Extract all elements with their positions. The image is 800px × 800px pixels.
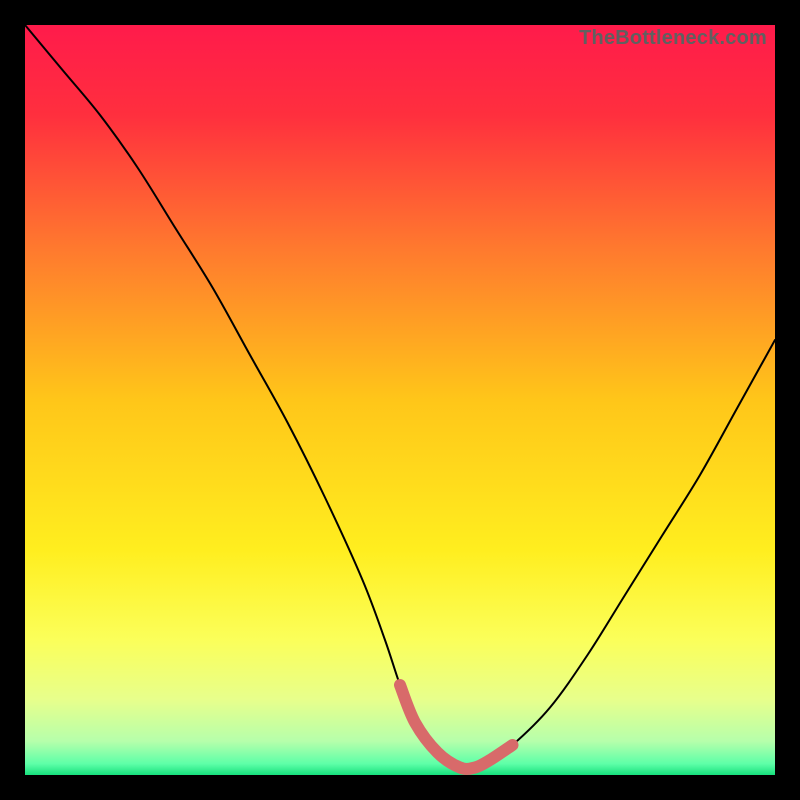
- bottleneck-curve: [25, 25, 775, 775]
- chart-frame: TheBottleneck.com: [0, 0, 800, 800]
- plot-area: TheBottleneck.com: [25, 25, 775, 775]
- curve-main: [25, 25, 775, 769]
- watermark-text: TheBottleneck.com: [579, 27, 767, 50]
- curve-highlight: [400, 685, 513, 769]
